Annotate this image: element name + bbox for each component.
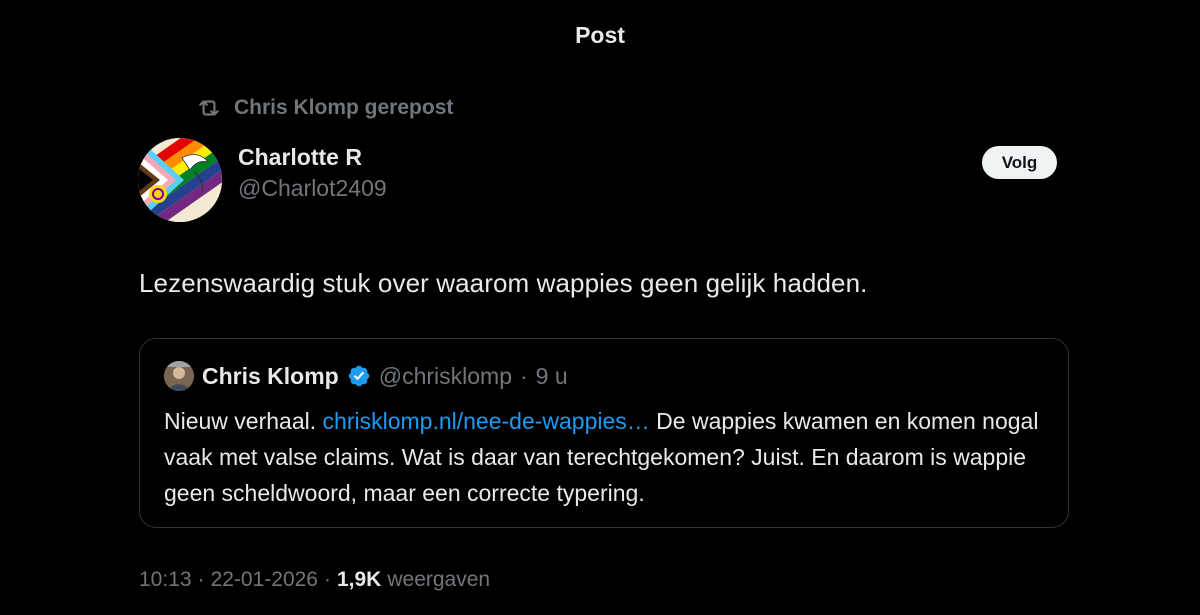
quoted-body-intro: Nieuw verhaal. (164, 408, 323, 434)
quoted-post[interactable]: Chris Klomp @chrisklomp · 9 u Nieuw verh… (139, 338, 1069, 528)
follow-button[interactable]: Volg (982, 146, 1057, 179)
author-avatar[interactable] (138, 138, 222, 222)
views-count[interactable]: 1,9K (337, 568, 381, 592)
post-date[interactable]: 22-01-2026 (211, 568, 318, 592)
quoted-post-link[interactable]: chrisklomp.nl/nee-de-wappies… (323, 408, 650, 434)
meta-separator: · (197, 568, 205, 591)
quoted-post-header: Chris Klomp @chrisklomp · 9 u (164, 361, 1044, 391)
post-meta: 10:13 · 22-01-2026 · 1,9K weergaven (139, 568, 490, 592)
post-text: Lezenswaardig stuk over waarom wappies g… (139, 268, 868, 298)
quoted-author-handle: @chrisklomp (378, 362, 512, 389)
quoted-post-body: Nieuw verhaal. chrisklomp.nl/nee-de-wapp… (164, 403, 1054, 511)
quoted-author-avatar (164, 361, 194, 391)
author-handle[interactable]: @Charlot2409 (238, 175, 387, 202)
repost-icon (196, 95, 222, 121)
repost-indicator[interactable]: Chris Klomp gerepost (196, 95, 453, 121)
post-author: Charlotte R @Charlot2409 (138, 138, 387, 222)
separator-dot: · (520, 362, 528, 389)
meta-separator: · (323, 568, 331, 591)
quoted-author-name: Chris Klomp (202, 362, 339, 389)
views-label: weergaven (387, 568, 491, 591)
page-title: Post (575, 22, 625, 48)
post-page: Post Chris Klomp gerepost Charlotte R @C… (0, 0, 1200, 615)
repost-label: Chris Klomp gerepost (234, 96, 454, 119)
author-display-name[interactable]: Charlotte R (238, 144, 387, 171)
verified-badge-icon (348, 365, 369, 387)
quoted-post-time: 9 u (535, 362, 568, 389)
author-names: Charlotte R @Charlot2409 (238, 144, 387, 202)
post-time[interactable]: 10:13 (139, 568, 192, 592)
